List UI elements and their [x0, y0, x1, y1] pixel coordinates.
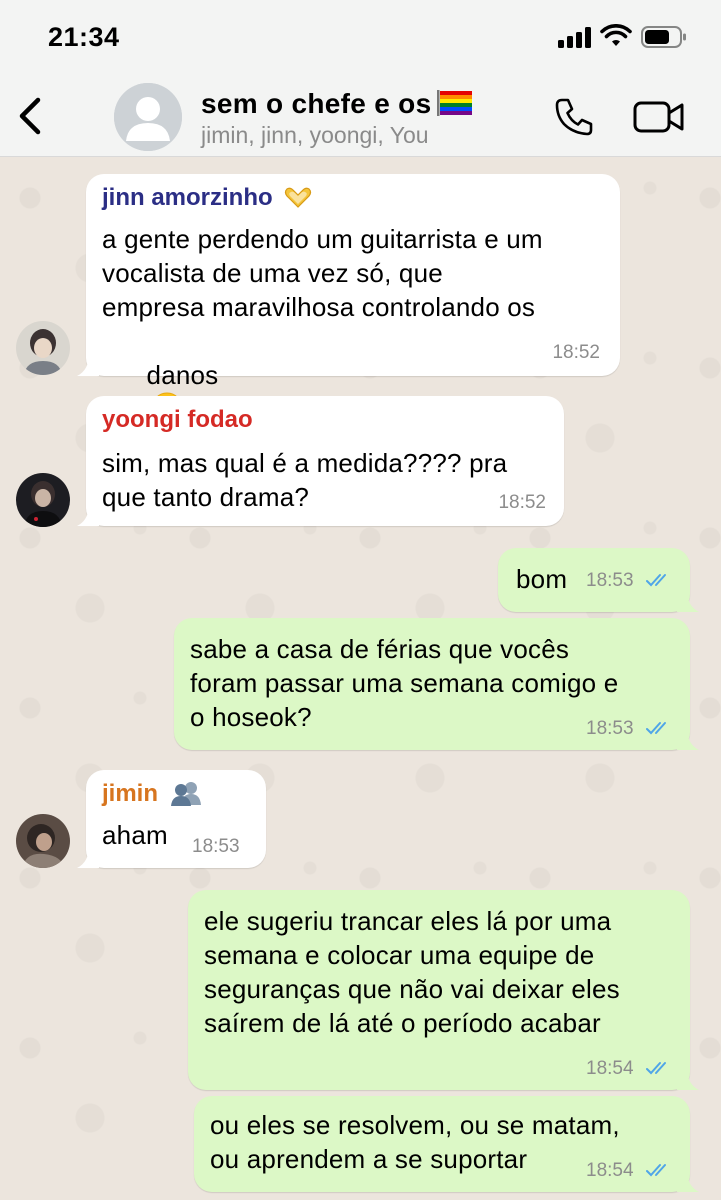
message-time: 18:52 [552, 342, 600, 363]
read-receipt-double-check-icon [646, 574, 666, 587]
message-text-line: semana e colocar uma equipe de [204, 940, 595, 970]
message-text-line: que tanto drama? [102, 482, 310, 512]
message-text-line: sim, mas qual é a medida???? pra [102, 448, 508, 478]
avatar-jinn[interactable] [16, 321, 70, 375]
message-time: 18:54 [586, 1160, 634, 1181]
message-text-line: a gente perdendo um guitarrista e um [102, 224, 543, 254]
message-text-line: saírem de lá até o período acabar [204, 1008, 601, 1038]
bubble-tail [77, 354, 99, 376]
default-group-avatar-icon [114, 83, 182, 151]
message-time: 18:53 [586, 570, 634, 591]
message-bubble-outgoing[interactable]: sabe a casa de férias que vocês foram pa… [174, 618, 699, 750]
message-bubble-incoming[interactable]: jimin aham 18:53 [77, 770, 266, 868]
rainbow-flag-icon [437, 90, 473, 116]
battery-icon [641, 26, 686, 48]
avatar-jimin[interactable] [16, 814, 70, 868]
message-text-line: ou aprendem a se suportar [210, 1144, 528, 1174]
bubble-tail [77, 846, 99, 868]
message-bubble-incoming[interactable]: jinn amorzinho a gente perdendo um guita… [77, 174, 620, 424]
read-receipt-double-check-icon [646, 1164, 666, 1177]
chat-header: 21:34 sem o chefe e os jimin, jinn, yoon… [0, 0, 721, 157]
message-text-line: ele sugeriu trancar eles lá por uma [204, 906, 612, 936]
message-bubble-outgoing[interactable]: ou eles se resolvem, ou se matam, ou apr… [194, 1096, 699, 1192]
message-text-line: aham [102, 820, 168, 850]
message-text-line: vocalista de uma vez só, que [102, 258, 443, 288]
back-chevron-icon[interactable] [16, 96, 44, 136]
message-text-line: ou eles se resolvem, ou se matam, [210, 1110, 620, 1140]
video-call-icon[interactable] [633, 100, 685, 134]
message-bubble-outgoing[interactable]: ele sugeriu trancar eles lá por uma sema… [188, 890, 699, 1090]
message-text-line: o hoseok? [190, 702, 312, 732]
group-members[interactable]: jimin, jinn, yoongi, You [201, 122, 429, 149]
sender-name[interactable]: jinn amorzinho [102, 184, 313, 216]
message-text-line: foram passar uma semana comigo e [190, 668, 619, 698]
status-time: 21:34 [48, 22, 120, 52]
busts-icon [169, 780, 203, 813]
wifi-icon [600, 24, 632, 46]
message-time: 18:53 [192, 836, 240, 857]
message-bubble-incoming[interactable]: yoongi fodao sim, mas qual é a medida???… [77, 396, 564, 526]
message-time: 18:54 [586, 1058, 634, 1079]
group-avatar[interactable] [114, 83, 182, 151]
message-text-line: sabe a casa de férias que vocês [190, 634, 570, 664]
avatar-yoongi[interactable] [16, 473, 70, 527]
read-receipt-double-check-icon [646, 1062, 666, 1075]
read-receipt-double-check-icon [646, 722, 666, 735]
phone-call-icon[interactable] [553, 96, 595, 138]
message-bubble-outgoing[interactable]: bom 18:53 [498, 548, 699, 612]
message-time: 18:53 [586, 718, 634, 739]
bubble-tail [677, 1170, 699, 1192]
message-time: 18:52 [498, 492, 546, 513]
group-title[interactable]: sem o chefe e os [201, 88, 473, 120]
message-text-line: empresa maravilhosa controlando os [102, 292, 536, 322]
bubble-tail [77, 504, 99, 526]
chat-messages-area[interactable]: jinn amorzinho a gente perdendo um guita… [0, 158, 721, 1200]
heart-hands-icon [283, 185, 313, 216]
bubble-tail [677, 1068, 699, 1090]
bubble-tail [677, 728, 699, 750]
cellular-signal-icon [558, 26, 594, 48]
message-text-line: seguranças que não vai deixar eles [204, 974, 620, 1004]
sender-name[interactable]: yoongi fodao [102, 406, 253, 434]
bubble-tail [677, 590, 699, 612]
group-name-text: sem o chefe e os [201, 88, 432, 119]
sender-name[interactable]: jimin [102, 780, 203, 813]
message-text-line: bom [516, 564, 568, 594]
